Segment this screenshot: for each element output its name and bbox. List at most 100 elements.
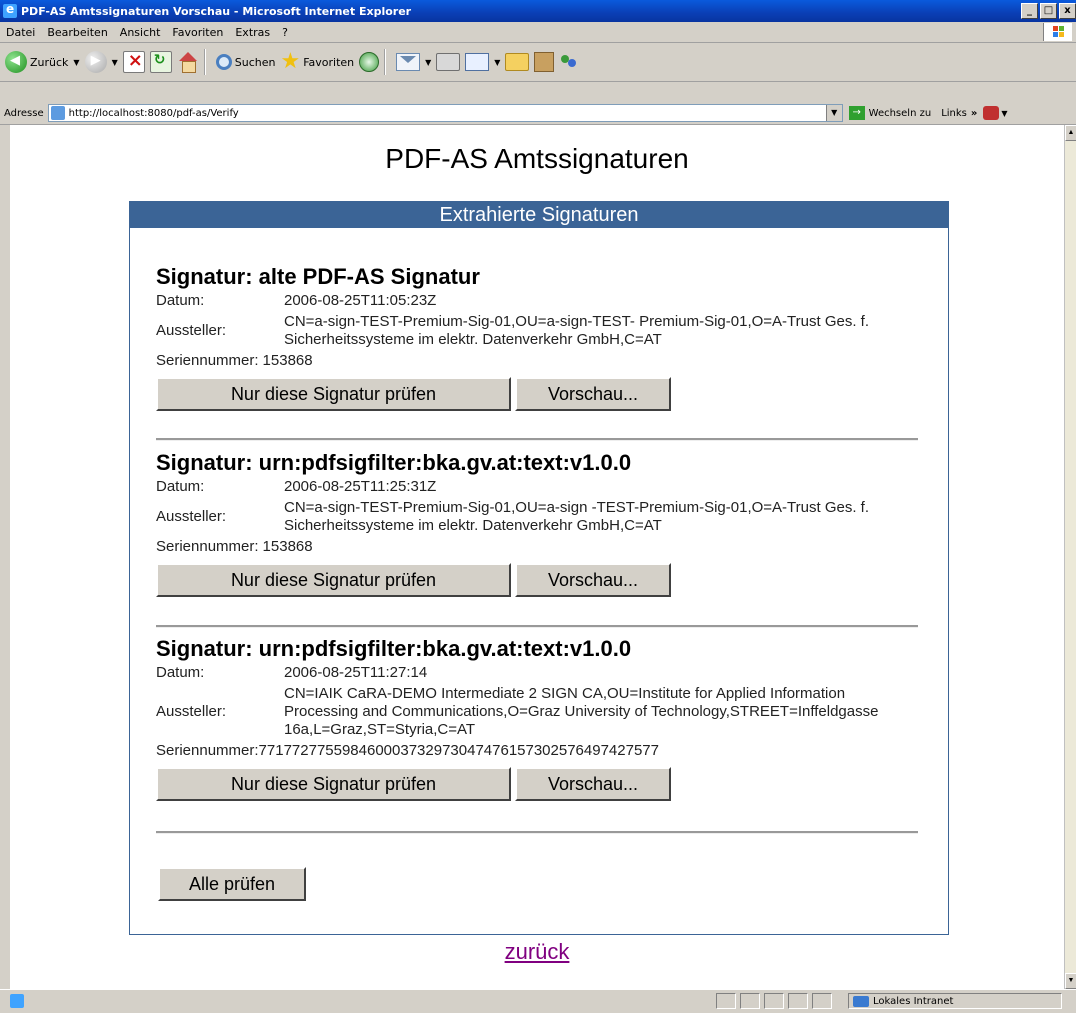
signature-entry: Signatur: urn:pdfsigfilter:bka.gv.at:tex… — [156, 636, 920, 801]
status-bar: Lokales Intranet — [0, 989, 1076, 1013]
toolbar-separator — [203, 49, 206, 75]
signature-heading: Signatur: urn:pdfsigfilter:bka.gv.at:tex… — [156, 636, 632, 661]
menu-ansicht[interactable]: Ansicht — [114, 26, 167, 39]
serial-label: Seriennummer: — [156, 742, 259, 759]
signature-heading: Signatur: alte PDF-AS Signatur — [156, 264, 480, 289]
print-button[interactable] — [436, 53, 461, 71]
address-label: Adresse — [4, 107, 44, 119]
folder-button[interactable] — [505, 53, 530, 71]
signature-date: 2006-08-25T11:27:14 — [284, 664, 428, 681]
address-url[interactable]: http://localhost:8080/pdf-as/Verify — [69, 108, 239, 119]
scroll-down-icon[interactable]: ▼ — [1065, 973, 1076, 989]
signatures-panel: Extrahierte Signaturen Signatur: alte PD… — [129, 201, 949, 935]
search-label: Suchen — [234, 55, 276, 69]
preview-button[interactable]: Vorschau... — [515, 767, 671, 801]
extension-icon[interactable] — [983, 106, 1000, 120]
vertical-scrollbar[interactable]: ▲ ▼ — [1064, 125, 1076, 989]
issuer-label: Aussteller: — [156, 322, 227, 339]
search-button[interactable]: Suchen — [215, 54, 276, 70]
serial-label: Seriennummer: — [156, 538, 259, 555]
date-label: Datum: — [156, 292, 205, 309]
scroll-up-icon[interactable]: ▲ — [1065, 125, 1076, 141]
menu-datei[interactable]: Datei — [0, 26, 41, 39]
signature-issuer: CN=a-sign-TEST-Premium-Sig-01,OU=a-sign … — [284, 499, 869, 534]
page-title: PDF-AS Amtssignaturen — [385, 143, 689, 174]
toolbar: Zurück ▼ ▼ Suchen ★ Favoriten ▼ ▼ — [0, 43, 1076, 82]
window-left-edge — [0, 125, 10, 989]
menu-bearbeiten[interactable]: Bearbeiten — [41, 26, 113, 39]
search-icon — [215, 54, 232, 70]
signature-date: 2006-08-25T11:05:23Z — [284, 292, 437, 309]
status-cell — [764, 993, 784, 1009]
star-icon: ★ — [280, 49, 301, 74]
verify-signature-button[interactable]: Nur diese Signatur prüfen — [156, 377, 511, 411]
issuer-label: Aussteller: — [156, 703, 227, 720]
mail-icon — [396, 53, 421, 71]
links-chevron-icon[interactable]: » — [971, 108, 977, 119]
status-cell — [788, 993, 808, 1009]
history-button[interactable] — [359, 52, 380, 72]
stop-button[interactable] — [122, 50, 145, 73]
menu-favoriten[interactable]: Favoriten — [166, 26, 229, 39]
signature-issuer: CN=IAIK CaRA-DEMO Intermediate 2 SIGN CA… — [284, 685, 879, 738]
folder-icon — [505, 53, 530, 71]
zone-label: Lokales Intranet — [873, 995, 954, 1007]
verify-signature-button[interactable]: Nur diese Signatur prüfen — [156, 767, 511, 801]
status-cell — [740, 993, 760, 1009]
home-button[interactable] — [177, 52, 199, 73]
address-bar: Adresse http://localhost:8080/pdf-as/Ver… — [0, 102, 1076, 125]
messenger-button[interactable] — [559, 53, 579, 71]
preview-button[interactable]: Vorschau... — [515, 377, 671, 411]
issuer-label: Aussteller: — [156, 508, 227, 525]
refresh-button[interactable] — [149, 51, 172, 73]
favorites-button[interactable]: ★ Favoriten — [280, 49, 355, 74]
history-icon — [359, 52, 380, 72]
back-button[interactable]: Zurück ▼ — [5, 51, 80, 73]
windows-logo-icon — [1043, 23, 1072, 41]
date-label: Datum: — [156, 664, 205, 681]
preview-button[interactable]: Vorschau... — [515, 563, 671, 597]
signature-issuer: CN=a-sign-TEST-Premium-Sig-01,OU=a-sign-… — [284, 313, 869, 348]
verify-signature-button[interactable]: Nur diese Signatur prüfen — [156, 563, 511, 597]
favorites-label: Favoriten — [303, 55, 355, 69]
mail-dropdown-icon[interactable]: ▼ — [425, 58, 431, 67]
minimize-button[interactable]: _ — [1021, 3, 1038, 19]
edit-dropdown-icon[interactable]: ▼ — [494, 58, 500, 67]
address-dropdown-icon[interactable]: ▼ — [825, 105, 842, 121]
menu-extras[interactable]: Extras — [229, 26, 276, 39]
signature-serial: 7717727755984600037329730474761573025764… — [258, 742, 659, 759]
status-cell — [812, 993, 832, 1009]
verify-all-button[interactable]: Alle prüfen — [158, 867, 306, 901]
toolbar-separator — [384, 49, 387, 75]
status-cell — [716, 993, 736, 1009]
edit-button[interactable]: ▼ — [465, 53, 500, 71]
maximize-button[interactable]: □ — [1040, 3, 1057, 19]
divider — [156, 831, 918, 834]
extension-dropdown-icon[interactable]: ▼ — [1001, 109, 1007, 118]
back-dropdown-icon[interactable]: ▼ — [73, 58, 79, 67]
ie-icon — [3, 2, 17, 18]
back-arrow-icon — [5, 51, 27, 73]
signature-heading: Signatur: urn:pdfsigfilter:bka.gv.at:tex… — [156, 450, 632, 475]
back-link[interactable]: zurück — [505, 939, 570, 964]
menu-help[interactable]: ? — [276, 26, 294, 39]
panel-header: Extrahierte Signaturen — [130, 202, 948, 228]
page-viewport: PDF-AS Amtssignaturen Extrahierte Signat… — [10, 125, 1064, 989]
serial-label: Seriennummer: — [156, 352, 259, 369]
go-button[interactable]: → Wechseln zu — [848, 106, 931, 120]
address-input[interactable]: http://localhost:8080/pdf-as/Verify ▼ — [47, 104, 843, 122]
forward-arrow-icon — [84, 51, 107, 73]
research-button[interactable] — [534, 52, 555, 72]
mail-button[interactable]: ▼ — [396, 53, 431, 71]
forward-dropdown-icon[interactable]: ▼ — [112, 58, 118, 67]
printer-icon — [436, 53, 461, 71]
intranet-icon — [853, 995, 869, 1007]
forward-button[interactable]: ▼ — [84, 51, 118, 73]
back-link-container: zurück — [10, 939, 1064, 965]
go-arrow-icon: → — [848, 106, 865, 120]
links-label[interactable]: Links — [941, 108, 967, 119]
signature-entry: Signatur: urn:pdfsigfilter:bka.gv.at:tex… — [156, 450, 920, 597]
close-button[interactable]: x — [1059, 3, 1076, 19]
date-label: Datum: — [156, 478, 205, 495]
signature-serial: 153868 — [262, 352, 313, 369]
